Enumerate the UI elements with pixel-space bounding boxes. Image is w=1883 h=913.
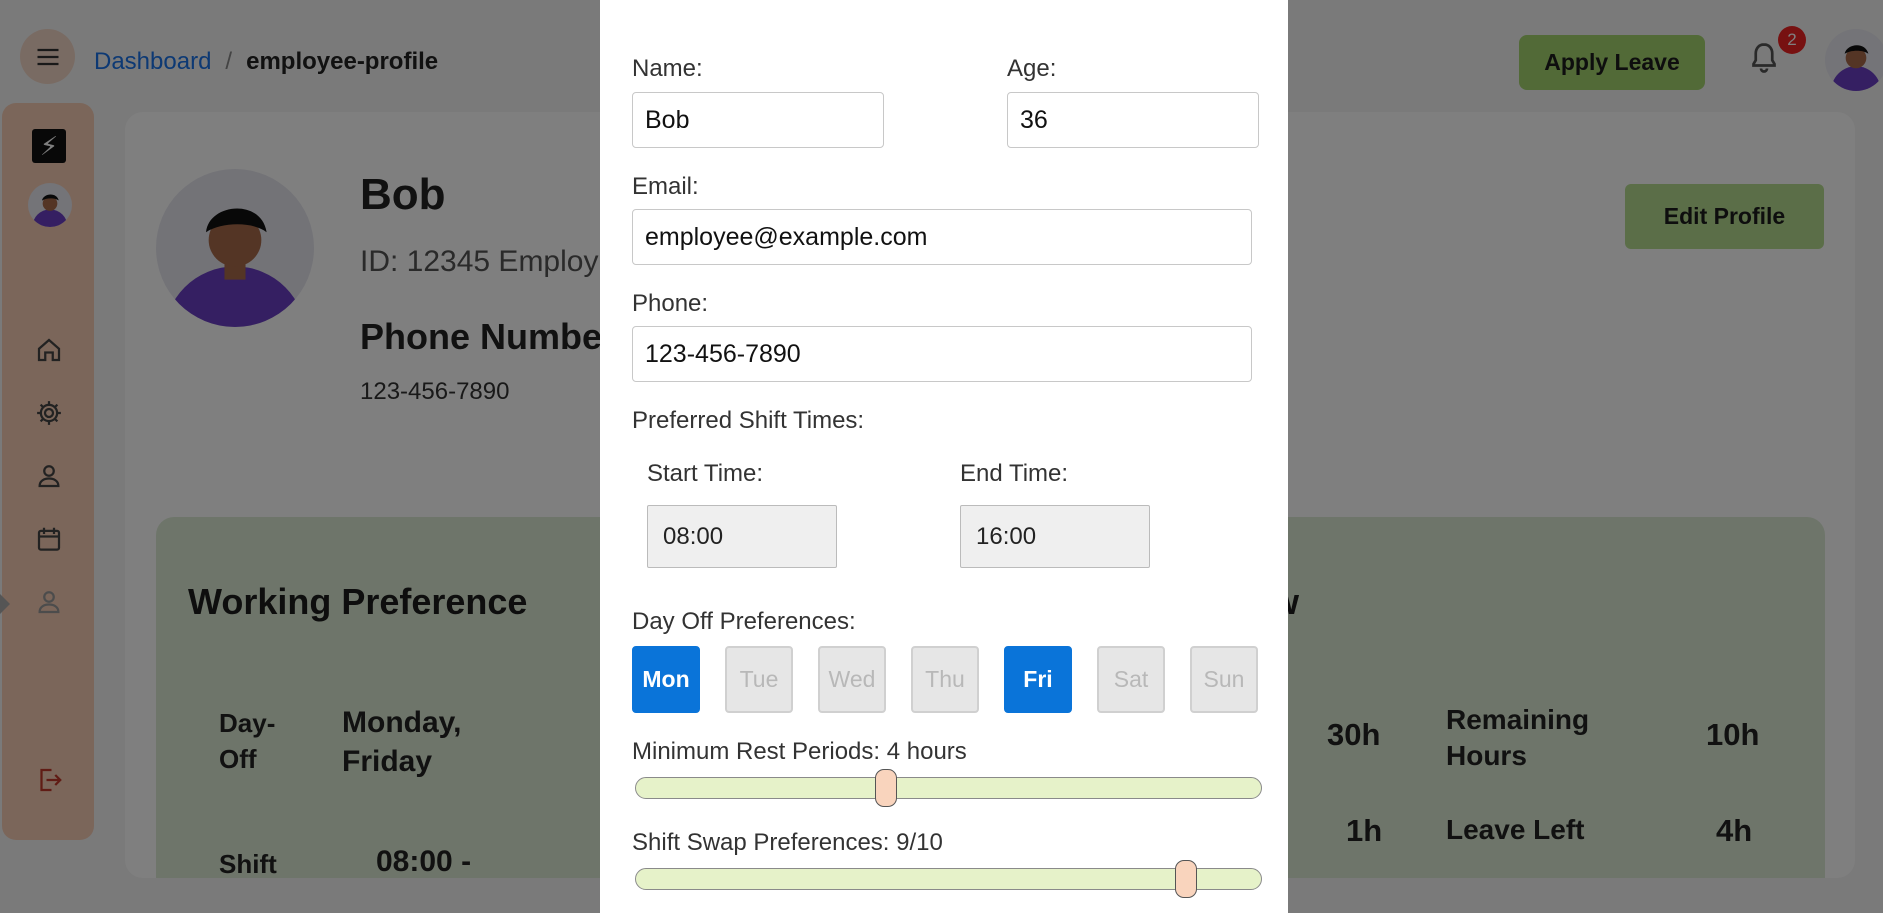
- end-time-label: End Time:: [960, 460, 1069, 487]
- email-label: Email:: [632, 173, 699, 200]
- day-toggle-sun[interactable]: Sun: [1190, 646, 1258, 713]
- email-input[interactable]: [632, 209, 1252, 265]
- shift-swap-slider[interactable]: [635, 860, 1262, 898]
- day-toggle-sat[interactable]: Sat: [1097, 646, 1165, 713]
- phone-label: Phone:: [632, 290, 709, 317]
- start-time-label: Start Time:: [647, 460, 764, 487]
- edit-profile-modal: Name: Age: Email: Phone: Preferred Shift…: [600, 0, 1288, 913]
- rest-period-label: Minimum Rest Periods: 4 hours: [632, 738, 967, 765]
- day-toggle-fri[interactable]: Fri: [1004, 646, 1072, 713]
- dayoff-preferences-label: Day Off Preferences:: [632, 608, 856, 635]
- age-label: Age:: [1007, 55, 1057, 82]
- day-toggle-mon[interactable]: Mon: [632, 646, 700, 713]
- shift-times-label: Preferred Shift Times:: [632, 407, 865, 434]
- age-input[interactable]: [1007, 92, 1259, 148]
- shift-swap-slider-thumb[interactable]: [1175, 860, 1197, 898]
- start-time-input[interactable]: [647, 505, 837, 568]
- day-toggle-tue[interactable]: Tue: [725, 646, 793, 713]
- rest-period-slider-thumb[interactable]: [875, 769, 897, 807]
- day-toggle-group: Mon Tue Wed Thu Fri Sat Sun: [632, 646, 1258, 713]
- end-time-input[interactable]: [960, 505, 1150, 568]
- name-label: Name:: [632, 55, 703, 82]
- phone-input[interactable]: [632, 326, 1252, 382]
- name-input[interactable]: [632, 92, 884, 148]
- shift-swap-label: Shift Swap Preferences: 9/10: [632, 829, 943, 856]
- day-toggle-wed[interactable]: Wed: [818, 646, 886, 713]
- rest-period-slider[interactable]: [635, 769, 1262, 807]
- day-toggle-thu[interactable]: Thu: [911, 646, 979, 713]
